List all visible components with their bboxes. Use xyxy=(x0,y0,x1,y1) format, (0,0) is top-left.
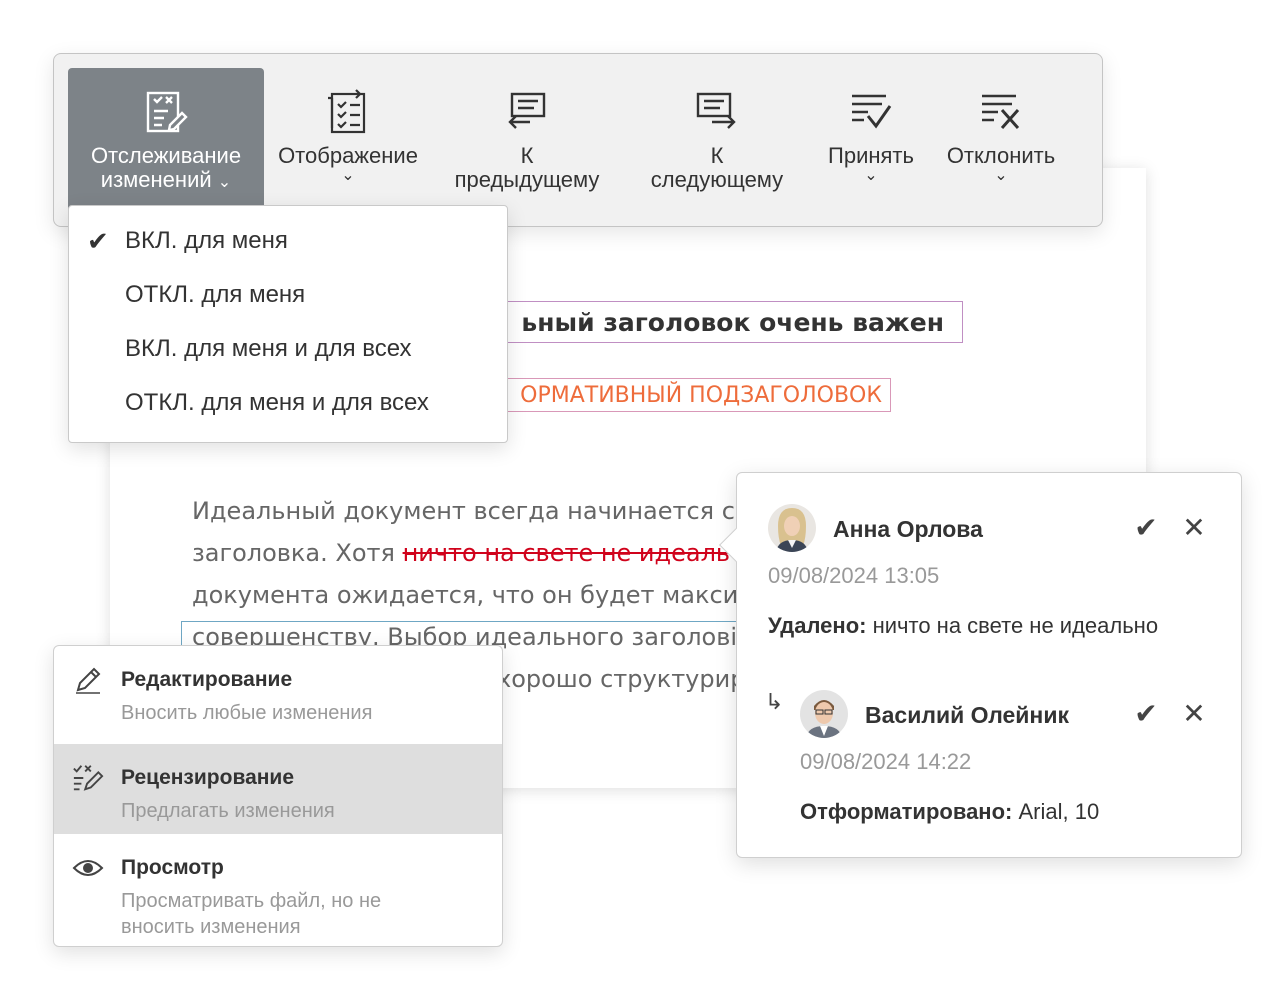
label-line: предыдущему xyxy=(454,167,600,192)
mode-viewing[interactable]: Просмотр Просматривать файл, но не вноси… xyxy=(54,834,502,946)
chevron-down-icon: ⌄ xyxy=(341,167,355,184)
avatar xyxy=(800,690,848,738)
review-toolbar: Отслеживание изменений ⌄ Отображение ⌄ К… xyxy=(53,53,1103,228)
change-type-label: Отформатировано: xyxy=(800,799,1013,824)
change-detail: Arial, 10 xyxy=(1012,799,1100,824)
comment-author: Василий Олейник xyxy=(865,702,1069,728)
mode-description-line: Просматривать файл, но не xyxy=(121,890,382,912)
label-line: К xyxy=(520,143,534,168)
reject-change-button[interactable]: ✕ xyxy=(1177,511,1211,545)
reject-change-button[interactable]: ✕ xyxy=(1177,697,1211,731)
reject-label: Отклонить ⌄ xyxy=(947,144,1055,184)
mode-description: Вносить любые изменения xyxy=(121,702,373,724)
reject-x-icon xyxy=(978,88,1024,136)
check-icon: ✔ xyxy=(87,226,109,256)
menu-item-off-for-all[interactable]: ОТКЛ. для меня и для всех xyxy=(69,376,507,430)
subtitle-change-box[interactable]: ОРМАТИВНЫЙ ПОДЗАГОЛОВОК xyxy=(490,378,891,412)
menu-item-on-for-me[interactable]: ✔ ВКЛ. для меня xyxy=(69,214,507,268)
comment-change: Удалено: ничто на свете не идеально xyxy=(768,613,1158,639)
mode-title: Рецензирование xyxy=(121,766,295,789)
deleted-text[interactable]: ничто на свете не идеаль xyxy=(403,539,731,567)
body-text-segment: заголовка. Хотя xyxy=(192,539,403,567)
previous-label: К предыдущему xyxy=(455,144,600,192)
body-line: Идеальный документ всегда начинается с xyxy=(192,497,735,525)
eye-icon xyxy=(72,860,104,876)
label-line: К xyxy=(710,143,724,168)
mode-description: Предлагать изменения xyxy=(121,800,335,822)
mode-reviewing[interactable]: Рецензирование Предлагать изменения xyxy=(54,744,502,834)
document-subtitle: ОРМАТИВНЫЙ ПОДЗАГОЛОВОК xyxy=(520,383,882,408)
reject-button[interactable]: Отклонить ⌄ xyxy=(936,68,1066,208)
mode-description: Просматривать файл, но не вносить измене… xyxy=(121,888,502,940)
accept-check-icon xyxy=(848,88,894,136)
pencil-icon xyxy=(76,667,101,694)
accept-button[interactable]: Принять ⌄ xyxy=(816,68,926,208)
label-text: изменений xyxy=(100,167,212,192)
previous-change-button[interactable]: К предыдущему xyxy=(438,68,616,208)
accept-change-button[interactable]: ✔ xyxy=(1129,511,1163,545)
next-arrow-icon xyxy=(694,88,740,136)
comment-change: Отформатировано: Arial, 10 xyxy=(800,799,1099,825)
menu-item-label: ВКЛ. для меня и для всех xyxy=(125,335,412,362)
chevron-down-icon: ⌄ xyxy=(217,174,232,191)
body-line: заголовка. Хотя ничто на свете не идеаль xyxy=(192,532,752,574)
chevron-down-icon: ⌄ xyxy=(864,167,878,184)
comment-author: Анна Орлова xyxy=(833,516,983,542)
comment-date: 09/08/2024 14:22 xyxy=(800,749,972,774)
label-line: изменений ⌄ xyxy=(91,168,241,192)
menu-item-label: ВКЛ. для меня xyxy=(125,227,288,254)
mode-title: Редактирование xyxy=(121,668,293,691)
display-label: Отображение ⌄ xyxy=(278,144,418,184)
mode-editing[interactable]: Редактирование Вносить любые изменения xyxy=(54,646,502,744)
track-changes-icon xyxy=(144,88,188,136)
menu-item-label: ОТКЛ. для меня и для всех xyxy=(125,389,429,416)
mode-title: Просмотр xyxy=(121,856,224,879)
change-detail: ничто на свете не идеально xyxy=(866,613,1159,638)
display-button[interactable]: Отображение ⌄ xyxy=(268,68,428,208)
track-changes-button[interactable]: Отслеживание изменений ⌄ xyxy=(68,68,264,228)
change-type-label: Удалено: xyxy=(768,613,867,638)
accept-change-button[interactable]: ✔ xyxy=(1129,697,1163,731)
menu-item-on-for-all[interactable]: ВКЛ. для меня и для всех xyxy=(69,322,507,376)
comment-date: 09/08/2024 13:05 xyxy=(768,563,940,588)
menu-item-label: ОТКЛ. для меня xyxy=(125,281,306,308)
label-line: Отображение xyxy=(278,143,418,168)
reply-arrow-icon: ↳ xyxy=(765,689,784,714)
chevron-down-icon: ⌄ xyxy=(994,167,1008,184)
display-mode-icon xyxy=(326,88,370,136)
track-changes-label: Отслеживание изменений ⌄ xyxy=(91,144,241,192)
track-changes-menu: ✔ ВКЛ. для меня ОТКЛ. для меня ВКЛ. для … xyxy=(68,205,508,443)
label-line: следующему xyxy=(650,167,784,192)
mode-description-line: вносить изменения xyxy=(121,916,301,938)
label-line: Отклонить xyxy=(946,143,1056,168)
review-icon xyxy=(73,765,104,791)
change-comments-panel: Анна Орлова ✔ ✕ 09/08/2024 13:05 Удалено… xyxy=(719,472,1242,858)
document-title: ьный заголовок очень важен xyxy=(521,308,944,337)
body-line: документа ожидается, что он будет максим xyxy=(192,581,752,609)
label-line: Принять xyxy=(828,143,914,168)
menu-item-off-for-me[interactable]: ОТКЛ. для меня xyxy=(69,268,507,322)
next-label: К следующему xyxy=(651,144,783,192)
avatar xyxy=(768,504,816,552)
label-line: Отслеживание xyxy=(90,143,242,168)
next-change-button[interactable]: К следующему xyxy=(630,68,804,208)
title-change-box[interactable]: ьный заголовок очень важен xyxy=(490,301,963,343)
previous-arrow-icon xyxy=(504,88,550,136)
mode-selector: Редактирование Вносить любые изменения Р… xyxy=(53,645,503,947)
accept-label: Принять ⌄ xyxy=(828,144,914,184)
